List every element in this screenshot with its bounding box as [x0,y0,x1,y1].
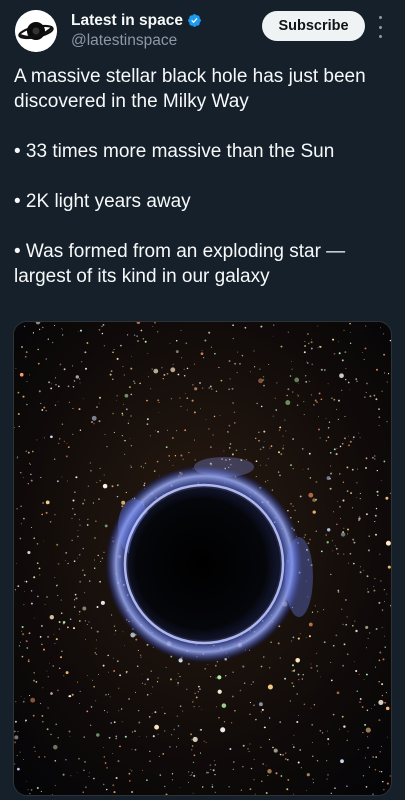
saturn-black-hole-logo-icon [15,10,57,52]
tweet-bullet: • 33 times more massive than the Sun [14,141,335,162]
tweet-card: Latest in space @latestinspace Subscribe… [0,0,405,800]
display-name[interactable]: Latest in space [71,12,183,30]
more-vertical-icon[interactable] [376,16,384,38]
tweet-bullet: • Was formed from an exploding star — la… [14,241,346,287]
account-info[interactable]: Latest in space @latestinspace [71,10,202,50]
account-handle[interactable]: @latestinspace [71,32,202,50]
tweet-text: A massive stellar black hole has just be… [14,64,394,289]
verified-badge-icon [187,13,202,28]
tweet-headline: A massive stellar black hole has just be… [14,66,366,112]
tweet-bullet: • 2K light years away [14,191,191,212]
tweet-media-image[interactable] [13,321,392,796]
avatar[interactable] [15,10,57,52]
subscribe-button[interactable]: Subscribe [262,11,365,41]
black-hole-in-star-field-image [14,322,391,795]
